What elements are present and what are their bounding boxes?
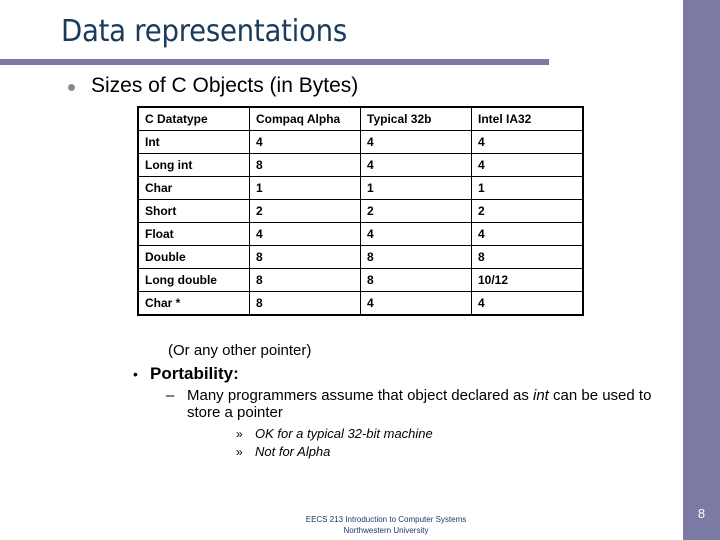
data-cell: 8 [249, 245, 361, 269]
data-cell: 4 [471, 291, 584, 316]
portability-text: Many programmers assume that object decl… [187, 387, 677, 421]
data-cell: 4 [249, 222, 361, 246]
data-cell: 1 [360, 176, 472, 200]
table-header-row: C Datatype Compaq Alpha Typical 32b Intel I… [137, 106, 584, 131]
data-cell: Long double [137, 268, 250, 292]
data-cell: 2 [471, 199, 584, 223]
data-cell: 8 [249, 268, 361, 292]
data-cell: 8 [249, 153, 361, 177]
data-cell: 2 [249, 199, 361, 223]
data-cell: 4 [471, 222, 584, 246]
data-cell: 4 [471, 153, 584, 177]
dash-icon: – [166, 387, 175, 404]
data-cell: 8 [360, 268, 472, 292]
sizes-table: C Datatype Compaq Alpha Typical 32b Intel I… [137, 106, 584, 316]
data-cell: 4 [471, 130, 584, 154]
raquo-icon: » [236, 427, 243, 441]
table-row: Long double 8 8 10/12 [137, 268, 584, 292]
footer-course: EECS 213 Introduction to Computer System… [305, 515, 467, 524]
portability-text-before: Many programmers assume that object decl… [187, 387, 533, 404]
title-underline-bar [0, 59, 549, 65]
bullet-icon: • [133, 366, 138, 382]
data-cell: 4 [360, 222, 472, 246]
subtitle: Sizes of C Objects (in Bytes) [91, 74, 359, 97]
footer-university: Northwestern University [343, 526, 429, 535]
bullet-icon [68, 84, 75, 91]
data-cell: 10/12 [471, 268, 584, 292]
data-cell: 1 [249, 176, 361, 200]
data-cell: Int [137, 130, 250, 154]
data-cell: 1 [471, 176, 584, 200]
header-cell: Typical 32b [360, 106, 472, 131]
data-cell: 4 [360, 153, 472, 177]
data-cell: 8 [471, 245, 584, 269]
data-cell: 4 [249, 130, 361, 154]
table-row: Double 8 8 8 [137, 245, 584, 269]
subpoint-alpha: Not for Alpha [255, 444, 331, 459]
table-row: Int 4 4 4 [137, 130, 584, 154]
data-cell: Char [137, 176, 250, 200]
table-row: Float 4 4 4 [137, 222, 584, 246]
portability-heading: Portability: [150, 364, 239, 383]
portability-text-emphasis: int [533, 387, 549, 404]
subpoint-32bit: OK for a typical 32-bit machine [255, 426, 433, 441]
data-cell: 4 [360, 291, 472, 316]
footer: EECS 213 Introduction to Computer System… [250, 514, 522, 536]
page-number: 8 [697, 506, 706, 521]
data-cell: 8 [249, 291, 361, 316]
data-cell: 8 [360, 245, 472, 269]
table-row: Char * 8 4 4 [137, 291, 584, 316]
header-cell: Intel IA32 [471, 106, 584, 131]
data-cell: 4 [360, 130, 472, 154]
data-cell: 2 [360, 199, 472, 223]
table-row: Char 1 1 1 [137, 176, 584, 200]
data-cell: Float [137, 222, 250, 246]
table-row: Long int 8 4 4 [137, 153, 584, 177]
right-sidebar-band [683, 0, 720, 540]
pointer-note: (Or any other pointer) [168, 342, 312, 359]
data-cell: Char * [137, 291, 250, 316]
data-cell: Double [137, 245, 250, 269]
header-cell: Compaq Alpha [249, 106, 361, 131]
header-cell: C Datatype [137, 106, 250, 131]
raquo-icon: » [236, 445, 243, 459]
data-cell: Long int [137, 153, 250, 177]
slide-title: Data representations [61, 14, 347, 49]
table-row: Short 2 2 2 [137, 199, 584, 223]
data-cell: Short [137, 199, 250, 223]
